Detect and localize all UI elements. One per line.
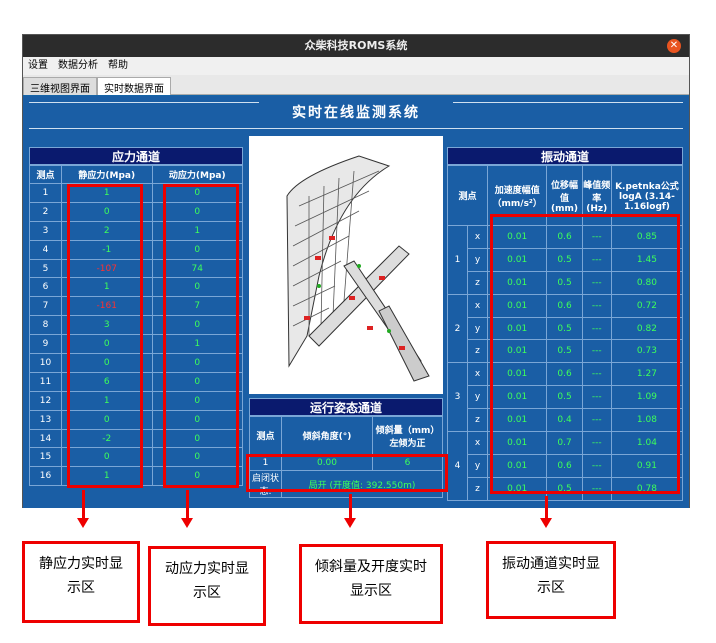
stress-title: 应力通道 [29,147,243,165]
arrow-tilt [349,494,352,520]
posture-col-angle: 倾斜角度(°) [281,416,373,455]
arrowhead-tilt [344,518,356,528]
arrow-static [82,490,85,520]
stress-point: 5 [29,258,62,279]
vib-point: 3 [447,362,468,433]
stress-point: 4 [29,239,62,260]
label-vib-text: 振动通道实时显示区 [502,556,600,596]
vibration-highlight [490,214,680,494]
label-static-text: 静应力实时显示区 [39,556,123,596]
header-underline [29,128,683,129]
tab-3d-view[interactable]: 三维视图界面 [23,77,97,95]
tilt-highlight [246,454,448,492]
menu-bar: 设置 数据分析 帮助 [23,57,689,75]
posture-col-point: 测点 [249,416,282,455]
vib-axis: y [467,247,488,272]
vibration-title: 振动通道 [447,147,683,165]
label-tilt-text: 倾斜量及开度实时显示区 [315,559,427,599]
stress-point: 7 [29,296,62,317]
vib-axis: z [467,270,488,295]
stress-point: 8 [29,315,62,336]
stress-point: 14 [29,428,62,449]
arrow-dynamic [186,490,189,520]
arrowhead-dynamic [181,518,193,528]
stress-point: 1 [29,183,62,203]
vib-axis: y [467,453,488,478]
vib-axis: z [467,476,488,501]
close-button[interactable]: ✕ [667,39,681,53]
posture-title: 运行姿态通道 [249,398,443,416]
vib-axis: z [467,339,488,364]
vib-axis: x [467,293,488,318]
static-stress-highlight [67,184,143,488]
vib-axis: x [467,225,488,249]
label-vib: 振动通道实时显示区 [486,541,616,619]
stress-point: 10 [29,353,62,373]
label-dynamic: 动应力实时显示区 [148,546,266,626]
tab-realtime-data[interactable]: 实时数据界面 [97,77,171,95]
menu-settings[interactable]: 设置 [23,57,53,75]
vib-point: 4 [447,431,468,501]
menu-help[interactable]: 帮助 [103,57,133,75]
label-tilt: 倾斜量及开度实时显示区 [299,544,443,624]
menu-data-analysis[interactable]: 数据分析 [53,57,103,75]
title-bar: 众柴科技ROMS系统 [23,35,689,57]
arrowhead-static [77,518,89,528]
stress-point: 9 [29,334,62,355]
dynamic-stress-highlight [163,184,239,488]
stress-point: 11 [29,371,62,392]
stress-point: 12 [29,390,62,411]
vib-point: 2 [447,293,468,364]
stress-col-0: 测点 [29,165,62,184]
vib-axis: x [467,362,488,387]
vib-col-point: 测点 [447,165,488,226]
system-header: 实时在线监测系统 [292,105,420,121]
vib-axis: x [467,431,488,455]
stress-point: 2 [29,201,62,222]
vib-axis: z [467,408,488,433]
label-dynamic-text: 动应力实时显示区 [165,561,249,601]
label-static: 静应力实时显示区 [22,541,140,623]
stress-col-2: 动应力(Mpa) [151,165,243,184]
gate-diagram [249,136,443,394]
vib-axis: y [467,316,488,341]
stress-col-1: 静应力(Mpa) [61,165,153,184]
arrowhead-vib [540,518,552,528]
stress-point: 15 [29,447,62,468]
tab-bar: 三维视图界面 实时数据界面 [23,75,689,95]
stress-point: 13 [29,409,62,430]
stress-point: 3 [29,220,62,241]
vib-axis: y [467,385,488,410]
stress-point: 16 [29,466,62,487]
vib-point: 1 [447,225,468,295]
posture-col-tilt: 倾斜量（mm）左倾为正 [372,416,443,455]
arrow-vib [545,496,548,520]
gate-structure-image [286,155,430,382]
stress-point: 6 [29,277,62,298]
